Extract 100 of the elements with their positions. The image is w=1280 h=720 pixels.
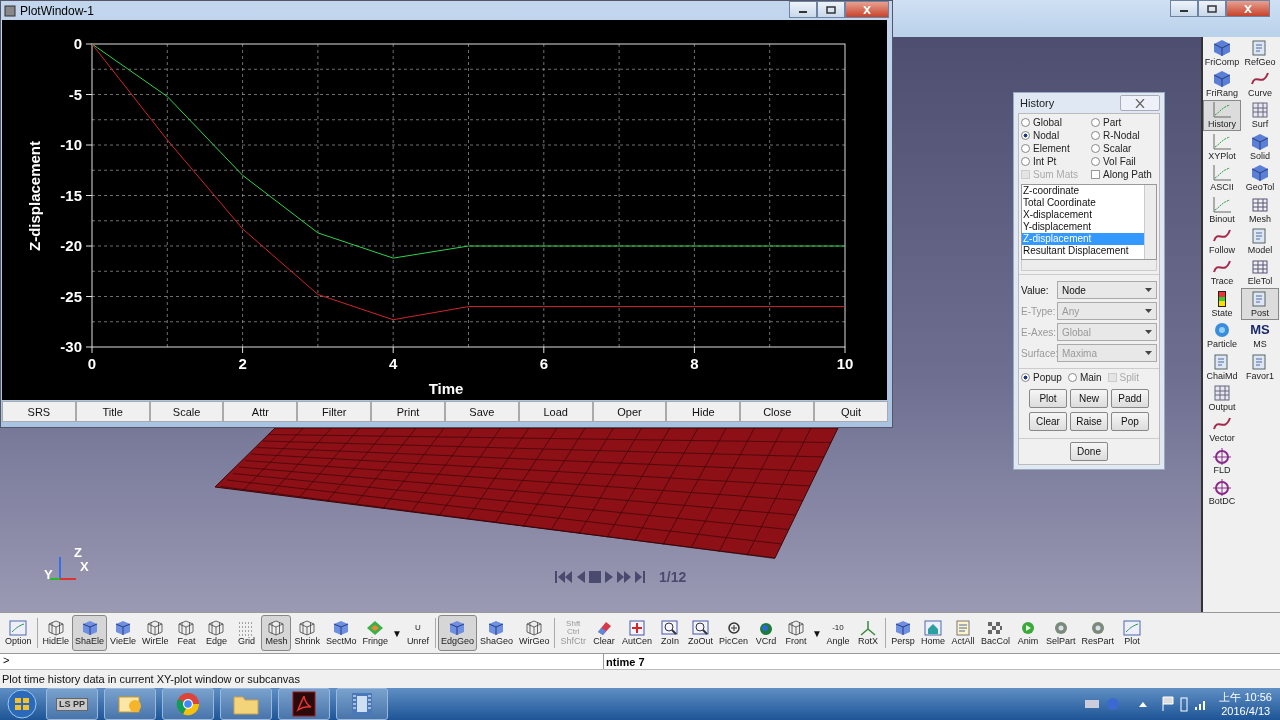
radio-option[interactable]: Main — [1067, 372, 1102, 383]
toolbar-button[interactable]: U Unref — [402, 615, 433, 651]
radio-option[interactable]: R-Nodal — [1091, 130, 1161, 141]
toolbar-button[interactable]: Output — [1203, 382, 1241, 414]
toolbar-button[interactable]: History — [1203, 99, 1241, 132]
plot-command-button[interactable]: Close — [740, 401, 815, 422]
dialog-button[interactable]: New — [1070, 389, 1108, 408]
toolbar-button[interactable]: Solid — [1241, 131, 1279, 163]
toolbar-button[interactable]: ZoIn — [655, 615, 685, 651]
scrollbar[interactable] — [1021, 260, 1157, 271]
dropdown-arrow[interactable]: ▼ — [812, 627, 822, 639]
toolbar-button[interactable]: SelPart — [1043, 615, 1079, 651]
plot-command-button[interactable]: Hide — [666, 401, 741, 422]
radio-option[interactable]: Int Pt — [1021, 156, 1091, 167]
close-button[interactable] — [1226, 0, 1270, 17]
radio-option[interactable]: Element — [1021, 143, 1091, 154]
plot-command-button[interactable]: Attr — [223, 401, 298, 422]
dialog-button[interactable]: Pop — [1111, 412, 1149, 431]
plot-command-button[interactable]: Title — [75, 401, 150, 422]
toolbar-button[interactable]: ResPart — [1078, 615, 1117, 651]
scrollbar[interactable] — [1144, 185, 1156, 259]
toolbar-button[interactable]: Trace — [1203, 256, 1241, 289]
toolbar-button[interactable]: -10 Angle — [822, 615, 853, 651]
minimize-button[interactable] — [1170, 0, 1198, 17]
toolbar-button[interactable]: Edge — [201, 615, 232, 651]
checkbox-option[interactable]: Along Path — [1091, 169, 1161, 180]
dialog-button[interactable]: Clear — [1029, 412, 1067, 431]
toolbar-button[interactable]: Feat — [171, 615, 202, 651]
toolbar-button[interactable]: HidEle — [39, 615, 73, 651]
toolbar-button[interactable]: ActAll — [947, 615, 978, 651]
toolbar-button[interactable]: RotX — [852, 615, 883, 651]
toolbar-button[interactable]: FriComp — [1203, 37, 1241, 69]
radio-option[interactable]: Popup — [1021, 372, 1062, 383]
toolbar-button[interactable]: AutCen — [619, 615, 655, 651]
toolbar-button[interactable]: Front — [781, 615, 812, 651]
toolbar-button[interactable]: ZoOut — [685, 615, 717, 651]
toolbar-button[interactable]: ChaiMd — [1203, 350, 1241, 383]
toolbar-button[interactable]: ShaGeo — [476, 615, 516, 651]
toolbar-button[interactable]: WirGeo — [515, 615, 553, 651]
toolbar-button[interactable]: BotDC — [1203, 476, 1241, 508]
start-button[interactable] — [4, 688, 40, 720]
dropdown[interactable]: Node — [1057, 281, 1157, 299]
toolbar-button[interactable]: Binout — [1203, 193, 1241, 226]
toolbar-button[interactable]: Follow — [1203, 225, 1241, 257]
minimize-button[interactable] — [789, 1, 817, 18]
plot-command-button[interactable]: Scale — [149, 401, 224, 422]
toolbar-button[interactable]: Mesh — [261, 615, 292, 651]
radio-option[interactable]: Vol Fail — [1091, 156, 1161, 167]
toolbar-button[interactable]: BacCol — [977, 615, 1013, 651]
toolbar-button[interactable]: Post — [1241, 288, 1279, 320]
done-button[interactable]: Done — [1070, 442, 1108, 461]
toolbar-button[interactable]: ShaEle — [72, 615, 108, 651]
toolbar-button[interactable]: Curve — [1241, 68, 1279, 100]
radio-option[interactable]: Global — [1021, 117, 1091, 128]
toolbar-button[interactable]: VCrd — [751, 615, 782, 651]
command-input-field[interactable]: ntime 7 — [603, 654, 1280, 669]
plot-command-button[interactable]: Quit — [814, 401, 888, 422]
toolbar-button[interactable]: PicCen — [716, 615, 752, 651]
close-button[interactable] — [1120, 95, 1160, 111]
toolbar-button[interactable]: Surf — [1241, 99, 1279, 132]
toolbar-button[interactable]: Mesh — [1241, 193, 1279, 226]
toolbar-button[interactable]: EleTol — [1241, 256, 1279, 289]
toolbar-button[interactable]: FriRang — [1203, 68, 1241, 100]
radio-option[interactable]: Nodal — [1021, 130, 1091, 141]
plot-command-button[interactable]: Save — [444, 401, 519, 422]
toolbar-button[interactable]: Plot — [1117, 615, 1147, 651]
toolbar-button[interactable]: ASCII — [1203, 162, 1241, 194]
toolbar-button[interactable]: EdgGeo — [437, 615, 477, 651]
plot-command-button[interactable]: Load — [518, 401, 593, 422]
toolbar-button[interactable]: Shrink — [291, 615, 323, 651]
maximize-button[interactable] — [817, 1, 845, 18]
dialog-button[interactable]: Plot — [1029, 389, 1067, 408]
maximize-button[interactable] — [1198, 0, 1226, 17]
toolbar-button[interactable]: Grid — [231, 615, 262, 651]
list-item[interactable]: Y-displacement — [1022, 221, 1144, 233]
toolbar-button[interactable]: Vector — [1203, 413, 1241, 446]
toolbar-button[interactable]: Home — [917, 615, 948, 651]
plot-command-button[interactable]: Filter — [297, 401, 372, 422]
plot-command-button[interactable]: SRS — [2, 401, 76, 422]
radio-option[interactable]: Scalar — [1091, 143, 1161, 154]
plot-command-button[interactable]: Oper — [592, 401, 667, 422]
toolbar-button[interactable]: SectMo — [322, 615, 360, 651]
toolbar-button[interactable]: Fringe — [359, 615, 391, 651]
radio-option[interactable]: Part — [1091, 117, 1161, 128]
toolbar-button[interactable]: Persp — [887, 615, 918, 651]
toolbar-button[interactable]: Favor1 — [1241, 350, 1279, 383]
toolbar-button[interactable]: Clear — [589, 615, 619, 651]
toolbar-button[interactable]: XYPlot — [1203, 131, 1241, 163]
taskbar-app-button[interactable] — [278, 688, 330, 720]
toolbar-button[interactable]: GeoTol — [1241, 162, 1279, 194]
toolbar-button[interactable]: FLD — [1203, 445, 1241, 477]
close-button[interactable] — [845, 1, 889, 18]
toolbar-button[interactable]: RefGeo — [1241, 37, 1279, 69]
plot-command-button[interactable]: Print — [371, 401, 445, 422]
toolbar-button[interactable]: VieEle — [107, 615, 139, 651]
list-item[interactable]: Total Coordinate — [1022, 197, 1144, 209]
list-item[interactable]: Resultant Displacement — [1022, 245, 1144, 257]
toolbar-button[interactable]: Anim — [1013, 615, 1043, 651]
taskbar-app-button[interactable]: LS PP — [46, 688, 98, 720]
toolbar-button[interactable]: State — [1203, 288, 1241, 320]
